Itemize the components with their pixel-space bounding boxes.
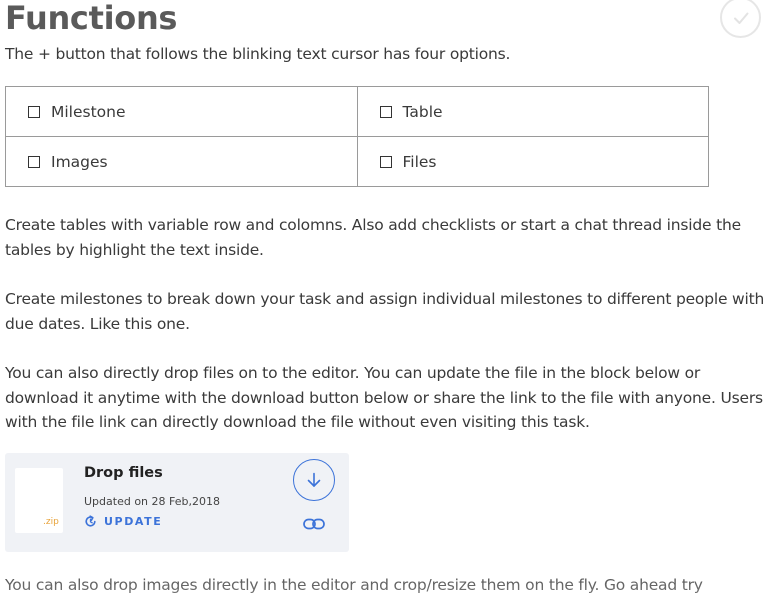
option-files[interactable]: Files	[379, 152, 709, 171]
link-icon	[303, 518, 325, 530]
option-table[interactable]: Table	[379, 102, 709, 121]
mark-complete-button[interactable]	[720, 0, 761, 38]
tables-paragraph: Create tables with variable row and colo…	[5, 216, 741, 259]
intro-text: The + button that follows the blinking t…	[5, 45, 511, 63]
files-paragraph: You can also directly drop files on to t…	[5, 364, 763, 431]
file-extension: .zip	[43, 517, 59, 527]
option-label: Images	[51, 152, 108, 171]
option-cell: Files	[356, 136, 709, 187]
update-file-button[interactable]: UPDATE	[84, 515, 162, 528]
option-cell: Table	[356, 86, 709, 137]
options-table: Milestone Table Images Files	[5, 86, 709, 187]
file-updated-date: Updated on 28 Feb,2018	[84, 495, 220, 508]
download-button[interactable]	[293, 459, 335, 501]
option-label: Table	[402, 102, 443, 121]
copy-link-button[interactable]	[303, 517, 325, 531]
option-images[interactable]: Images	[28, 153, 357, 171]
images-paragraph: You can also drop images directly in the…	[5, 576, 703, 594]
editor-page: Functions The + button that follows the …	[0, 0, 767, 600]
option-label: Files	[402, 152, 437, 171]
check-circle-icon	[733, 12, 748, 24]
option-milestone[interactable]: Milestone	[28, 103, 357, 121]
page-title: Functions	[5, 0, 178, 37]
option-label: Milestone	[51, 102, 126, 121]
file-thumbnail[interactable]: .zip	[15, 468, 63, 533]
refresh-icon	[85, 515, 96, 527]
checkbox[interactable]	[379, 105, 392, 118]
option-cell: Images	[5, 136, 358, 187]
milestones-paragraph: Create milestones to break down your tas…	[5, 290, 765, 333]
file-name: Drop files	[84, 465, 163, 481]
checkbox[interactable]	[379, 155, 392, 168]
update-label: UPDATE	[104, 515, 163, 528]
file-block: .zip Drop files Updated on 28 Feb,2018 U…	[5, 453, 349, 552]
checkbox[interactable]	[28, 105, 40, 118]
download-arrow-icon	[307, 472, 321, 487]
checkbox[interactable]	[28, 155, 40, 168]
option-cell: Milestone	[5, 86, 358, 137]
